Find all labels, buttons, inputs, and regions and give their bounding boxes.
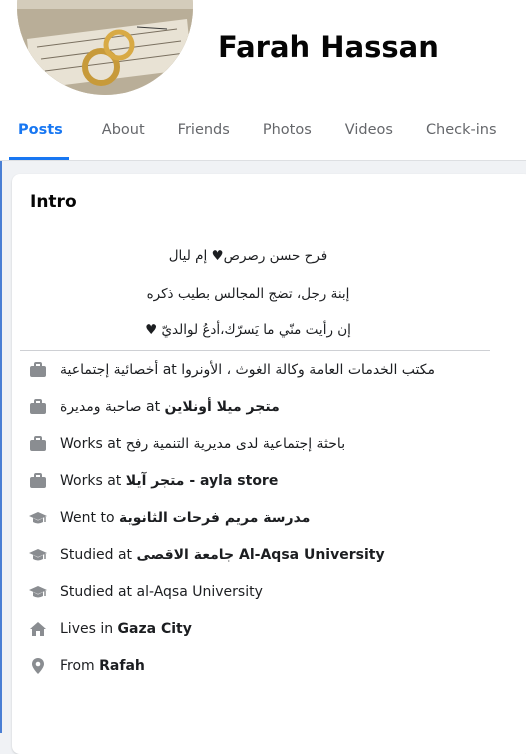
tab-about[interactable]: About bbox=[102, 112, 145, 160]
intro-divider bbox=[20, 350, 490, 351]
profile-header: Farah Hassan Posts About Friends Photos … bbox=[0, 0, 526, 161]
detail-work-unrwa: مكتب الخدمات العامة وكالة الغوث ، الأونر… bbox=[28, 358, 435, 382]
intro-title: Intro bbox=[30, 192, 77, 212]
detail-text: متجر ميلا أونلاين at صاحبة ومديرة bbox=[60, 399, 280, 415]
detail-text: مدرسة مريم فرحات الثانوية Went to bbox=[60, 510, 310, 526]
detail-bold[interactable]: مدرسة مريم فرحات الثانوية bbox=[119, 510, 310, 526]
home-icon bbox=[28, 619, 48, 639]
detail-bold[interactable]: متجر ميلا أونلاين bbox=[165, 399, 280, 415]
briefcase-icon bbox=[28, 471, 48, 491]
detail-from: From Rafah bbox=[28, 654, 145, 678]
detail-text: Studied at جامعة الاقصى Al-Aqsa Universi… bbox=[60, 547, 385, 563]
detail-work-rafah: باحثة إجتماعية لدى مديرية التنمية رفح Wo… bbox=[28, 432, 345, 456]
profile-tabs: Posts About Friends Photos Videos Check-… bbox=[9, 112, 526, 160]
detail-text: Works at متجر آيلا - ayla store bbox=[60, 473, 278, 489]
detail-bold[interactable]: Rafah bbox=[99, 658, 145, 674]
detail-suffix: Went to bbox=[60, 510, 119, 526]
detail-university-2: Studied at al-Aqsa University bbox=[28, 580, 263, 604]
detail-suffix: at صاحبة ومديرة bbox=[60, 399, 165, 415]
profile-name: Farah Hassan bbox=[218, 30, 439, 64]
detail-text: From Rafah bbox=[60, 658, 145, 674]
briefcase-icon bbox=[28, 360, 48, 380]
detail-text: مكتب الخدمات العامة وكالة الغوث ، الأونر… bbox=[60, 362, 436, 378]
detail-text: باحثة إجتماعية لدى مديرية التنمية رفح Wo… bbox=[60, 436, 346, 452]
tab-friends[interactable]: Friends bbox=[178, 112, 230, 160]
detail-text: Lives in Gaza City bbox=[60, 621, 192, 637]
detail-work-ayla: Works at متجر آيلا - ayla store bbox=[28, 469, 278, 493]
detail-prefix: Lives in bbox=[60, 621, 118, 637]
tab-posts[interactable]: Posts bbox=[9, 112, 69, 160]
graduation-cap-icon bbox=[28, 508, 48, 528]
detail-bold[interactable]: جامعة الاقصى Al-Aqsa University bbox=[137, 547, 385, 563]
tab-photos[interactable]: Photos bbox=[263, 112, 312, 160]
profile-avatar[interactable] bbox=[14, 0, 196, 98]
briefcase-icon bbox=[28, 434, 48, 454]
graduation-cap-icon bbox=[28, 545, 48, 565]
detail-lives-in: Lives in Gaza City bbox=[28, 617, 192, 641]
detail-work-mila: متجر ميلا أونلاين at صاحبة ومديرة bbox=[28, 395, 280, 419]
detail-bold[interactable]: Gaza City bbox=[118, 621, 192, 637]
detail-prefix: From bbox=[60, 658, 100, 674]
graduation-cap-icon bbox=[28, 582, 48, 602]
detail-university-1: Studied at جامعة الاقصى Al-Aqsa Universi… bbox=[28, 543, 385, 567]
bio-line-3: إن رأيت منّي ما يَسرّك،أدعُ لوالديّ ♥ bbox=[145, 322, 351, 338]
detail-bold[interactable]: متجر آيلا - ayla store bbox=[126, 473, 279, 489]
tab-videos[interactable]: Videos bbox=[345, 112, 393, 160]
detail-text: Studied at al-Aqsa University bbox=[60, 584, 263, 600]
briefcase-icon bbox=[28, 397, 48, 417]
location-pin-icon bbox=[28, 656, 48, 676]
detail-school: مدرسة مريم فرحات الثانوية Went to bbox=[28, 506, 310, 530]
detail-prefix: Works at bbox=[60, 473, 126, 489]
tab-check-ins[interactable]: Check-ins bbox=[426, 112, 497, 160]
detail-prefix: Studied at bbox=[60, 547, 137, 563]
bio-line-1: فرح حسن رصرص♥ إم ليال bbox=[168, 248, 328, 264]
intro-card: Intro فرح حسن رصرص♥ إم ليال إبنة رجل، تض… bbox=[12, 174, 526, 754]
avatar-photo bbox=[17, 0, 193, 95]
bio-line-2: إبنة رجل، تضج المجالس بطيب ذكره bbox=[146, 286, 350, 302]
